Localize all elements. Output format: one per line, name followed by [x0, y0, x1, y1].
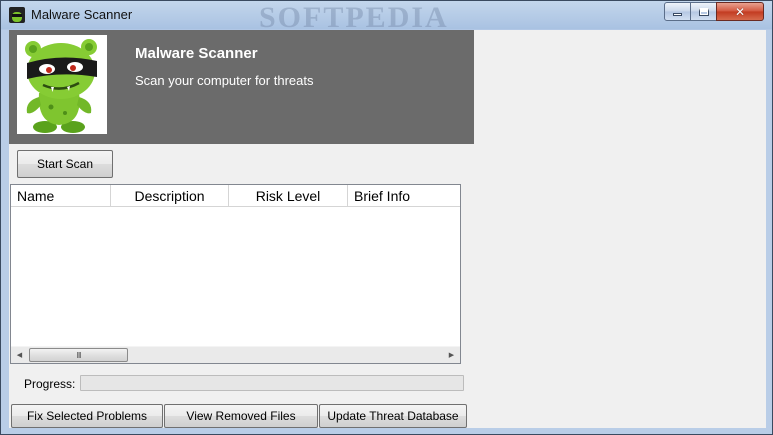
header-title: Malware Scanner — [135, 45, 258, 62]
horizontal-scrollbar[interactable]: ◀ III ▶ — [11, 346, 460, 363]
column-header-risk-level[interactable]: Risk Level — [229, 185, 348, 207]
title-bar[interactable]: Malware Scanner SOFTPEDIA ✕ — [1, 1, 772, 34]
update-threat-database-button[interactable]: Update Threat Database — [319, 404, 467, 428]
header-subtitle: Scan your computer for threats — [135, 73, 314, 88]
maximize-button[interactable] — [690, 2, 717, 21]
scrollbar-thumb[interactable]: III — [29, 348, 128, 362]
close-button[interactable]: ✕ — [716, 2, 764, 21]
window-title: Malware Scanner — [31, 7, 133, 22]
fix-selected-problems-button[interactable]: Fix Selected Problems — [11, 404, 163, 428]
maximize-icon — [698, 7, 709, 16]
green-monster-mascot-icon — [17, 35, 107, 134]
minimize-icon — [673, 13, 682, 16]
start-scan-button[interactable]: Start Scan — [17, 150, 113, 178]
results-list-header: Name Description Risk Level Brief Info — [11, 185, 460, 207]
minimize-button[interactable] — [664, 2, 691, 21]
column-header-brief-info[interactable]: Brief Info — [348, 185, 460, 207]
header-banner: Malware Scanner Scan your computer for t… — [9, 30, 474, 144]
column-header-name[interactable]: Name — [11, 185, 111, 207]
progress-label: Progress: — [24, 377, 76, 391]
app-icon[interactable] — [9, 7, 25, 23]
column-header-description[interactable]: Description — [111, 185, 229, 207]
progress-bar — [80, 375, 464, 391]
scroll-left-arrow-icon[interactable]: ◀ — [11, 347, 28, 363]
close-icon: ✕ — [734, 4, 746, 19]
scroll-right-arrow-icon[interactable]: ▶ — [443, 347, 460, 363]
app-window: Malware Scanner SOFTPEDIA ✕ Malware Scan… — [0, 0, 773, 435]
view-removed-files-button[interactable]: View Removed Files — [164, 404, 318, 428]
results-list[interactable]: Name Description Risk Level Brief Info ◀… — [10, 184, 461, 364]
client-area: Malware Scanner Scan your computer for t… — [9, 30, 766, 428]
